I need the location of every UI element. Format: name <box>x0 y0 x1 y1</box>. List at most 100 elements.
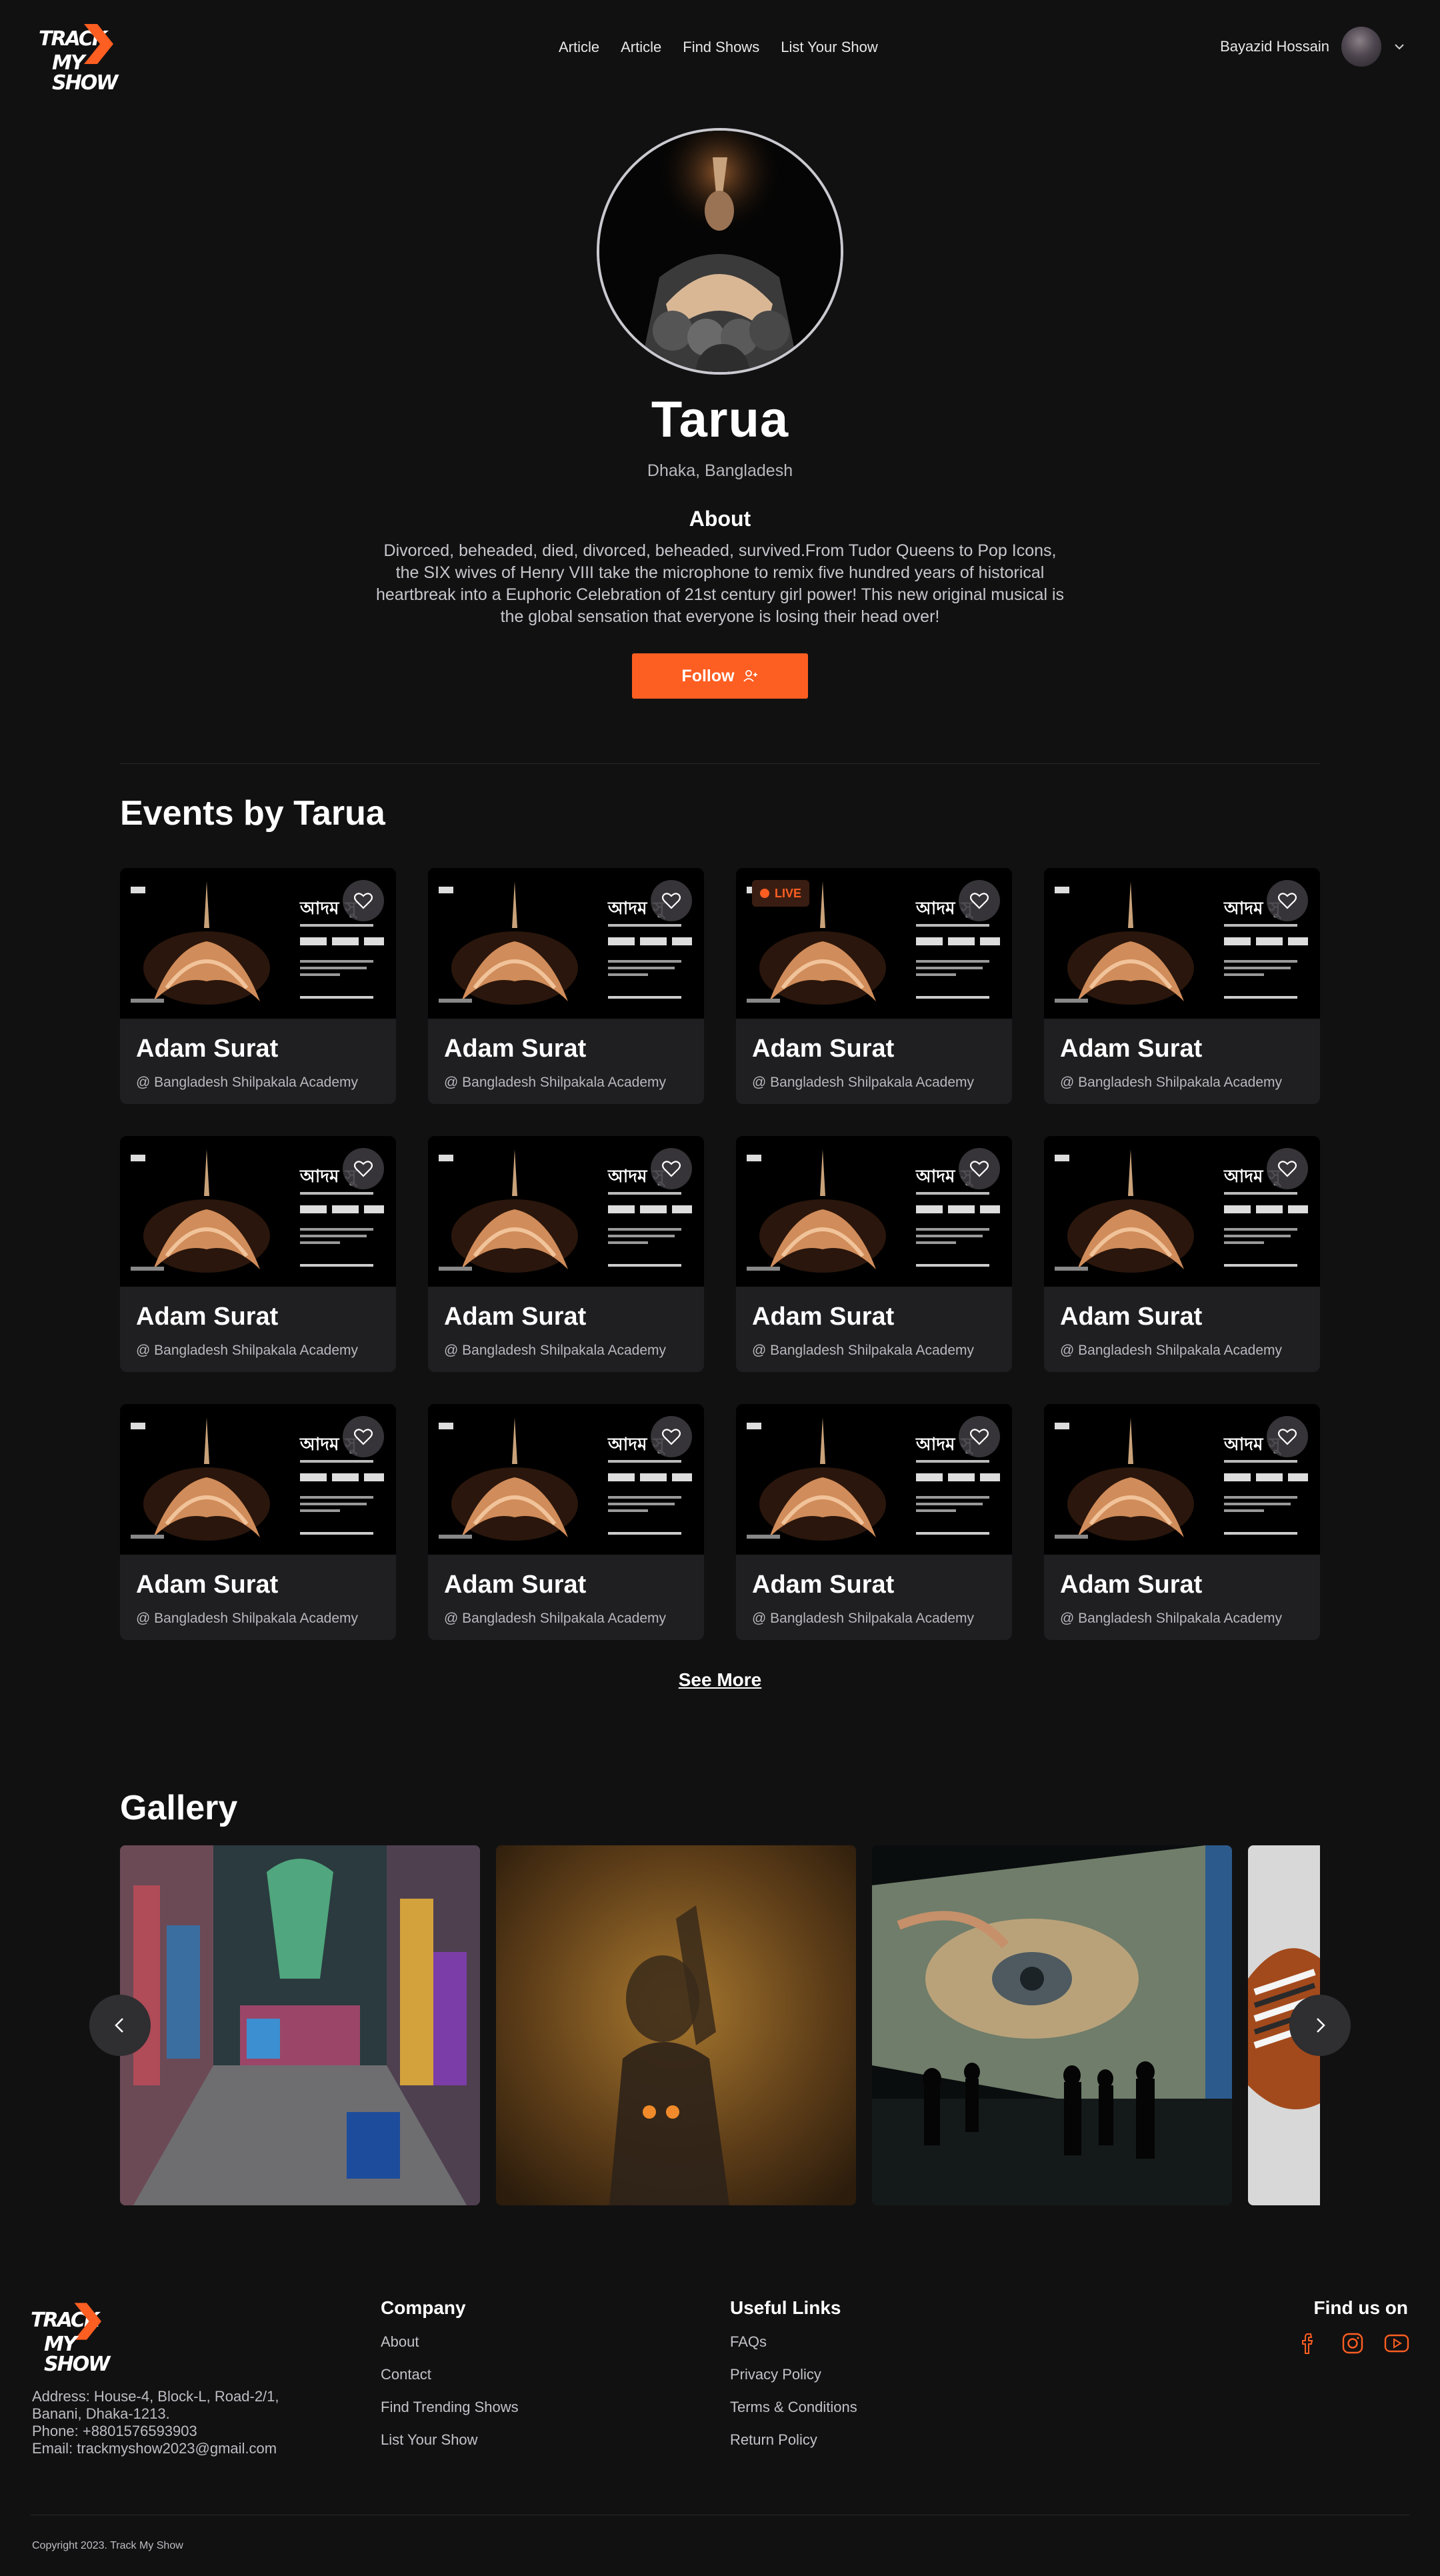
event-title: Adam Surat <box>136 1571 279 1599</box>
footer-useful-heading: Useful Links <box>730 2297 841 2318</box>
user-name: Bayazid Hossain <box>1220 38 1329 55</box>
event-venue: @ Bangladesh Shilpakala Academy <box>136 1343 359 1358</box>
chevron-left-icon <box>115 2018 123 2033</box>
site-logo[interactable]: TRACK MY SHOW <box>39 24 119 93</box>
event-card[interactable]: আদম সু Adam Surat @ Bangladesh Shilpakala … <box>120 1404 396 1640</box>
event-venue: @ Bangladesh Shilpakala Academy <box>444 1343 667 1358</box>
follow-button[interactable]: Follow <box>632 653 808 699</box>
user-avatar[interactable] <box>1341 27 1381 67</box>
favorite-heart-icon[interactable] <box>343 880 384 921</box>
nav-article-2[interactable]: Article <box>621 39 661 56</box>
chevron-right-icon <box>1317 2018 1325 2033</box>
instagram-icon[interactable] <box>1340 2331 1365 2356</box>
event-card[interactable]: আদম সু Adam Surat @ Bangladesh Shilpakala … <box>1044 868 1320 1104</box>
gallery-prev-button[interactable] <box>89 1995 151 2056</box>
event-title: Adam Surat <box>444 1571 587 1599</box>
event-venue: @ Bangladesh Shilpakala Academy <box>444 1611 667 1626</box>
event-card[interactable]: আদম সু Adam Surat @ Bangladesh Shilpakala … <box>1044 1404 1320 1640</box>
event-title: Adam Surat <box>444 1303 587 1331</box>
gallery-heading: Gallery <box>120 1789 238 1827</box>
event-title: Adam Surat <box>1060 1303 1203 1331</box>
event-card[interactable]: আদম সু Adam Surat @ Bangladesh Shilpakala … <box>428 868 704 1104</box>
logo-text-bottom: MY SHOW <box>52 51 118 95</box>
gallery-image-silhouette[interactable] <box>496 1845 856 2205</box>
live-dot-icon <box>760 889 769 898</box>
gallery-next-button[interactable] <box>1289 1995 1351 2056</box>
event-venue: @ Bangladesh Shilpakala Academy <box>136 1611 359 1626</box>
footer-link-privacy-policy[interactable]: Privacy Policy <box>730 2366 857 2399</box>
footer-link-faqs[interactable]: FAQs <box>730 2333 857 2366</box>
event-card[interactable]: আদম সু Adam Surat @ Bangladesh Shilpakala … <box>1044 1136 1320 1372</box>
gallery-image-graffiti[interactable] <box>120 1845 480 2205</box>
nav-find-shows[interactable]: Find Shows <box>683 39 759 56</box>
user-menu[interactable]: Bayazid Hossain <box>1220 27 1405 67</box>
event-venue: @ Bangladesh Shilpakala Academy <box>752 1343 975 1358</box>
gallery-image-exhibition[interactable] <box>872 1845 1232 2205</box>
find-us-heading: Find us on <box>1313 2297 1408 2318</box>
event-card[interactable]: আদম সু Adam Surat @ Bangladesh Shilpakala … <box>428 1136 704 1372</box>
event-venue: @ Bangladesh Shilpakala Academy <box>136 1075 359 1090</box>
nav-article-1[interactable]: Article <box>559 39 599 56</box>
profile-avatar <box>597 128 843 375</box>
footer-logo-text-bottom: MY SHOW <box>44 2333 110 2376</box>
favorite-heart-icon[interactable] <box>959 880 1000 921</box>
youtube-icon[interactable] <box>1384 2331 1409 2356</box>
event-card[interactable]: আদম সু Adam Surat @ Bangladesh Shilpakala … <box>120 868 396 1104</box>
event-title: Adam Surat <box>1060 1035 1203 1063</box>
footer-useful-column: Useful Links FAQs Privacy Policy Terms &… <box>730 2297 857 2464</box>
profile-location: Dhaka, Bangladesh <box>647 461 793 480</box>
favorite-heart-icon[interactable] <box>651 880 692 921</box>
top-navbar: TRACK MY SHOW Article Article Find Shows… <box>0 0 1440 100</box>
facebook-icon[interactable] <box>1296 2331 1321 2356</box>
events-heading: Events by Tarua <box>120 794 385 833</box>
event-card[interactable]: আদম সু Adam Surat @ Bangladesh Shilpakala … <box>736 1136 1012 1372</box>
footer-company-heading: Company <box>381 2297 466 2318</box>
footer-link-contact[interactable]: Contact <box>381 2366 519 2399</box>
favorite-heart-icon[interactable] <box>1267 1148 1308 1189</box>
footer-company-column: Company About Contact Find Trending Show… <box>381 2297 519 2464</box>
event-venue: @ Bangladesh Shilpakala Academy <box>1060 1611 1283 1626</box>
live-label: LIVE <box>775 886 802 900</box>
event-venue: @ Bangladesh Shilpakala Academy <box>1060 1343 1283 1358</box>
footer-link-terms[interactable]: Terms & Conditions <box>730 2399 857 2431</box>
footer-link-about[interactable]: About <box>381 2333 519 2366</box>
event-title: Adam Surat <box>136 1035 279 1063</box>
address-line: Address: House-4, Block-L, Road-2/1, <box>32 2388 279 2405</box>
footer-link-return-policy[interactable]: Return Policy <box>730 2431 857 2464</box>
favorite-heart-icon[interactable] <box>959 1416 1000 1457</box>
live-badge: LIVE <box>752 880 810 907</box>
event-title: Adam Surat <box>1060 1571 1203 1599</box>
event-card[interactable]: আদম সু Adam Surat @ Bangladesh Shilpakala … <box>428 1404 704 1640</box>
about-heading: About <box>689 507 751 531</box>
event-title: Adam Surat <box>752 1035 895 1063</box>
event-card[interactable]: আদম সু Adam Surat @ Bangladesh Shilpakala … <box>120 1136 396 1372</box>
chevron-down-icon[interactable] <box>1393 41 1405 53</box>
event-card[interactable]: আদম সু LIVE Adam Surat @ Bangladesh Shilpak… <box>736 868 1012 1104</box>
email-line: Email: trackmyshow2023@gmail.com <box>32 2440 277 2457</box>
social-links <box>1296 2331 1409 2356</box>
event-card[interactable]: আদম সু Adam Surat @ Bangladesh Shilpakala … <box>736 1404 1012 1640</box>
phone-line: Phone: +8801576593903 <box>32 2423 197 2439</box>
profile-name: Tarua <box>651 391 789 448</box>
add-user-icon <box>743 670 757 682</box>
event-title: Adam Surat <box>136 1303 279 1331</box>
main-nav: Article Article Find Shows List Your Sho… <box>559 39 878 56</box>
footer-link-list-your-show[interactable]: List Your Show <box>381 2431 519 2464</box>
event-venue: @ Bangladesh Shilpakala Academy <box>444 1075 667 1090</box>
see-more-link[interactable]: See More <box>0 1669 1440 1691</box>
footer-link-find-trending-shows[interactable]: Find Trending Shows <box>381 2399 519 2431</box>
favorite-heart-icon[interactable] <box>1267 880 1308 921</box>
event-venue: @ Bangladesh Shilpakala Academy <box>752 1611 975 1626</box>
nav-list-your-show[interactable]: List Your Show <box>781 39 878 56</box>
event-title: Adam Surat <box>752 1303 895 1331</box>
section-divider <box>120 763 1320 764</box>
favorite-heart-icon[interactable] <box>651 1148 692 1189</box>
favorite-heart-icon[interactable] <box>1267 1416 1308 1457</box>
favorite-heart-icon[interactable] <box>651 1416 692 1457</box>
favorite-heart-icon[interactable] <box>343 1416 384 1457</box>
event-venue: @ Bangladesh Shilpakala Academy <box>1060 1075 1283 1090</box>
address-line: Banani, Dhaka-1213. <box>32 2405 170 2422</box>
footer-logo[interactable]: TRACK MY SHOW <box>31 2303 110 2375</box>
favorite-heart-icon[interactable] <box>343 1148 384 1189</box>
favorite-heart-icon[interactable] <box>959 1148 1000 1189</box>
